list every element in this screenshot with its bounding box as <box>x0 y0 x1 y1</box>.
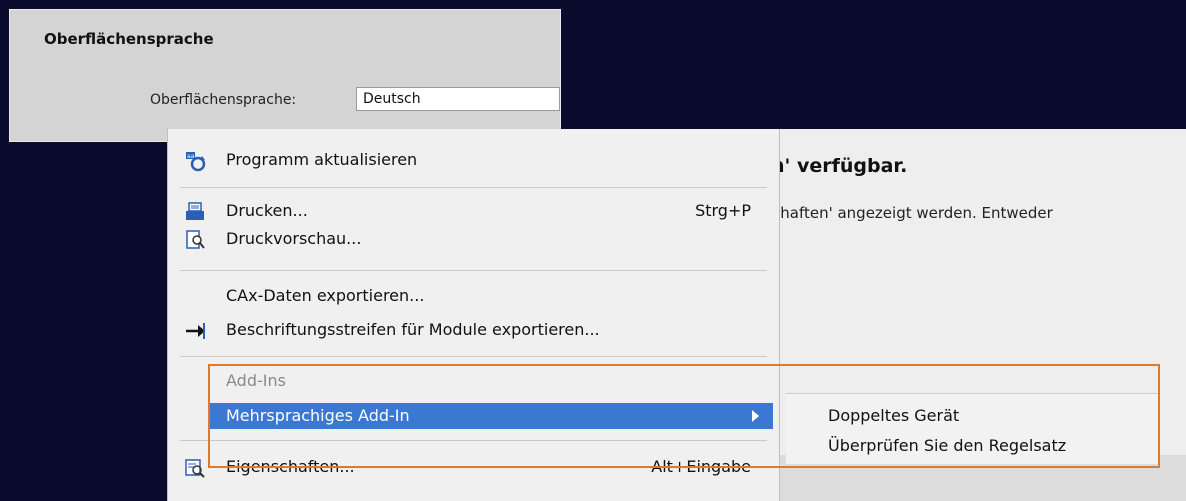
language-label: Oberflächensprache: <box>150 92 297 108</box>
background-heading: n' verfügbar. <box>771 155 908 177</box>
print-preview-icon <box>184 229 206 251</box>
menu-item-properties[interactable]: Eigenschaften... Alt+Eingabe <box>168 454 779 480</box>
menu-item-label: Drucken... <box>226 201 308 220</box>
menu-item-print[interactable]: Drucken... Strg+P <box>168 198 779 224</box>
menu-item-label: Programm aktualisieren <box>226 150 418 169</box>
export-arrow-icon <box>184 320 206 342</box>
menu-item-label: Add-Ins <box>226 371 286 390</box>
menu-separator <box>180 270 767 271</box>
addin-submenu: Doppeltes Gerät Überprüfen Sie den Regel… <box>786 393 1160 464</box>
shortcut-label: Alt+Eingabe <box>651 457 751 476</box>
context-menu: aa Programm aktualisieren Drucken... Str… <box>167 129 780 501</box>
menu-separator <box>180 440 767 441</box>
menu-item-addins-header: Add-Ins <box>168 368 779 394</box>
shortcut-label: Strg+P <box>695 201 751 220</box>
menu-item-label: Mehrsprachiges Add-In <box>226 406 410 425</box>
menu-item-label: Druckvorschau... <box>226 229 362 248</box>
menu-separator <box>180 356 767 357</box>
section-title: Oberflächensprache <box>44 30 214 48</box>
submenu-item-duplicate-device[interactable]: Doppeltes Gerät <box>828 406 959 425</box>
menu-item-update-program[interactable]: aa Programm aktualisieren <box>168 147 779 173</box>
menu-item-print-preview[interactable]: Druckvorschau... <box>168 226 779 252</box>
properties-icon <box>184 457 206 479</box>
refresh-program-icon: aa <box>184 150 206 172</box>
menu-separator <box>180 187 767 188</box>
background-text: chaften' angezeigt werden. Entweder <box>772 204 1053 222</box>
menu-item-label: Beschriftungsstreifen für Module exporti… <box>226 320 600 339</box>
language-select[interactable]: Deutsch <box>356 87 560 111</box>
language-settings-panel: Oberflächensprache Oberflächensprache: D… <box>9 9 561 142</box>
menu-item-label: CAx-Daten exportieren... <box>226 286 425 305</box>
submenu-arrow-icon <box>752 410 759 422</box>
menu-item-export-labels[interactable]: Beschriftungsstreifen für Module exporti… <box>168 317 779 343</box>
submenu-item-check-ruleset[interactable]: Überprüfen Sie den Regelsatz <box>828 436 1066 455</box>
menu-item-label: Eigenschaften... <box>226 457 355 476</box>
menu-item-export-cax[interactable]: CAx-Daten exportieren... <box>168 283 779 309</box>
menu-item-multilingual-addin[interactable]: Mehrsprachiges Add-In <box>210 403 773 429</box>
print-icon <box>184 201 206 223</box>
